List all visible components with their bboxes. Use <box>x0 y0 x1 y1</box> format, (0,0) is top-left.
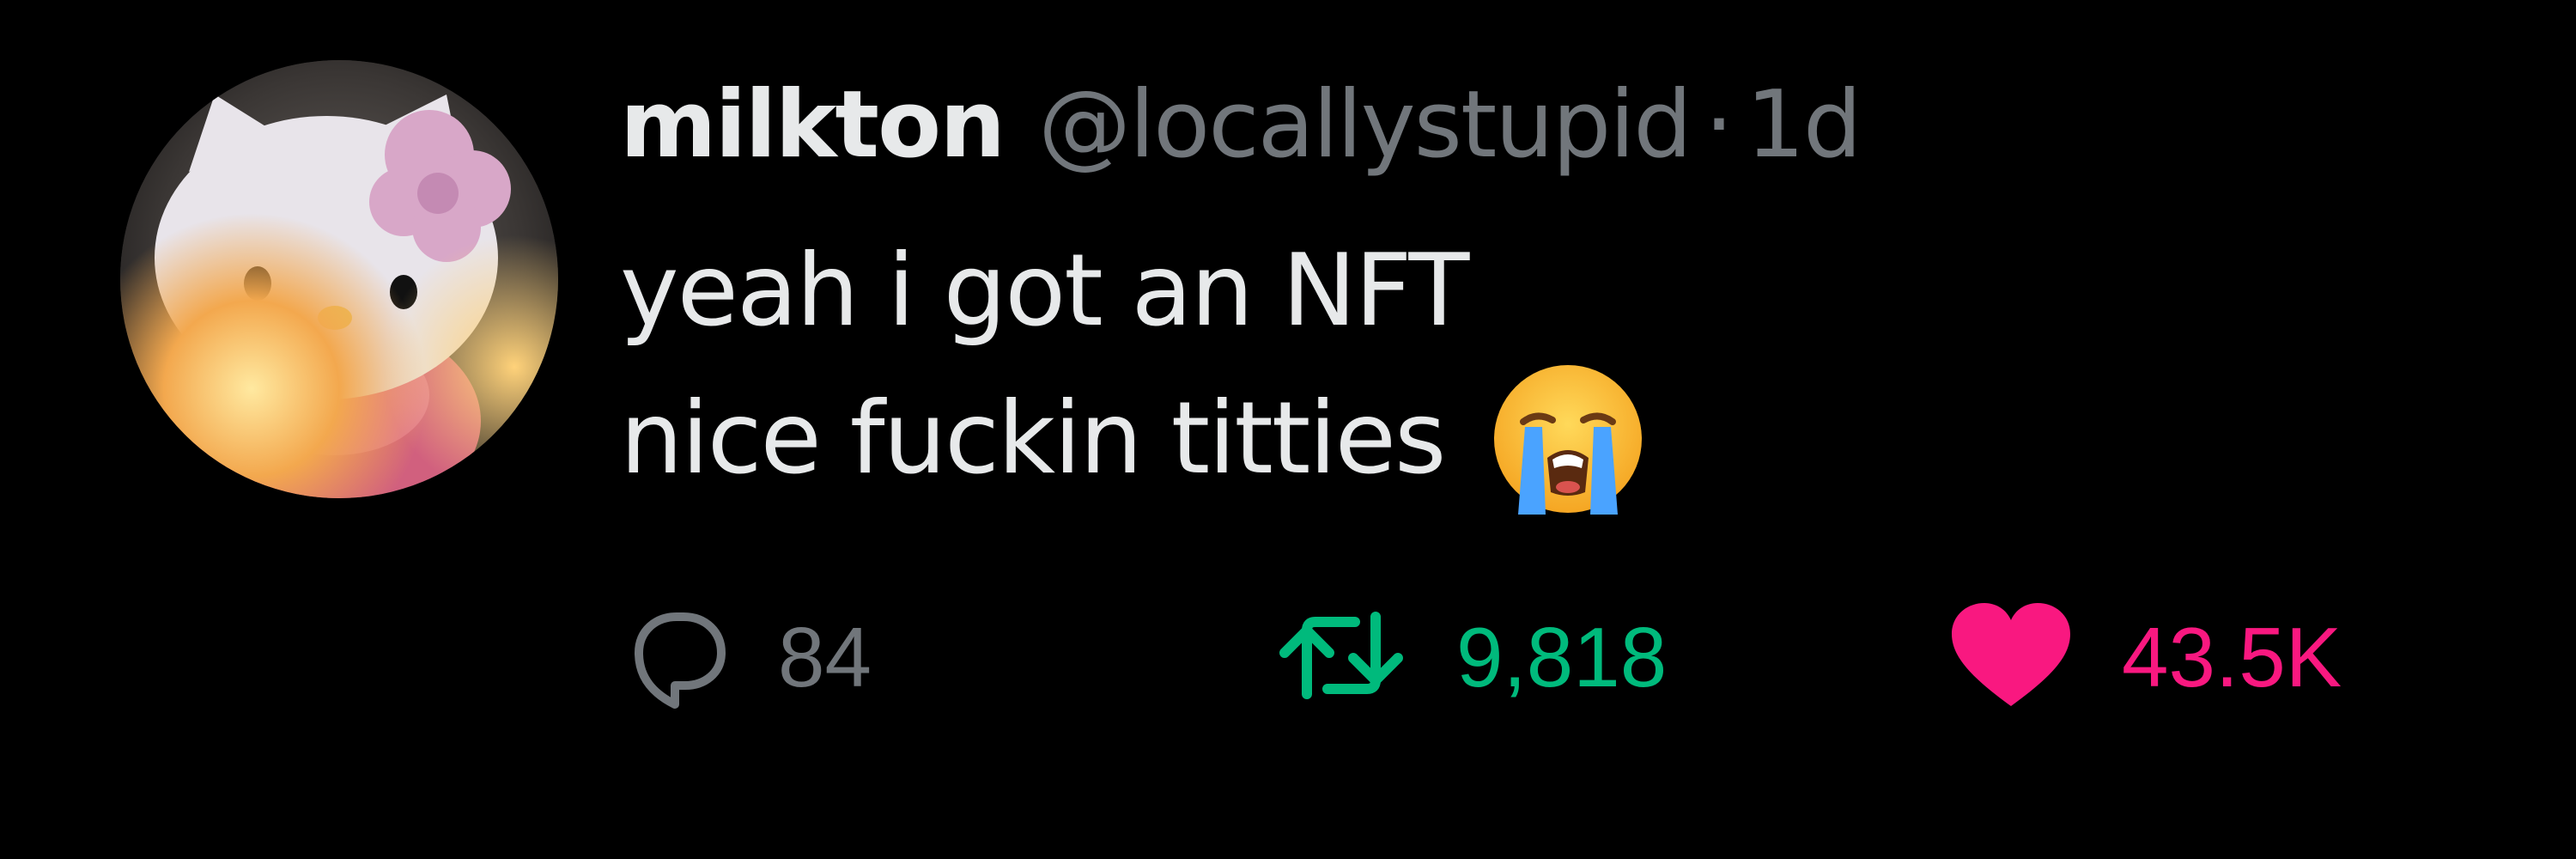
retweet-button[interactable]: 9,818 <box>1273 593 1667 722</box>
tweet-actions: 84 9,818 43.5K <box>620 593 2423 722</box>
loudly-crying-face-icon <box>1492 363 1643 515</box>
user-handle[interactable]: @locallystupid <box>1038 71 1692 179</box>
avatar[interactable] <box>120 60 558 498</box>
tweet[interactable]: milkton @locallystupid · 1d yeah i got a… <box>0 0 2576 859</box>
reply-button[interactable]: 84 <box>620 593 872 722</box>
reply-bubble-icon <box>620 600 732 715</box>
timestamp[interactable]: 1d <box>1746 71 1862 179</box>
tweet-text: yeah i got an NFT nice fuckin titties <box>620 219 1643 515</box>
like-button[interactable]: 43.5K <box>1947 593 2342 722</box>
heart-icon <box>1947 600 2075 715</box>
tweet-text-line-2: nice fuckin titties <box>620 381 1446 497</box>
tweet-header: milkton @locallystupid · 1d <box>620 69 1862 180</box>
display-name[interactable]: milkton <box>620 71 1005 179</box>
like-count: 43.5K <box>2122 609 2342 704</box>
avatar-image <box>120 60 558 498</box>
retweet-count: 9,818 <box>1456 609 1668 704</box>
tweet-text-line-1: yeah i got an NFT <box>620 233 1469 349</box>
tweet-text-line-2-container: nice fuckin titties <box>620 363 1643 515</box>
separator-dot: · <box>1704 70 1734 179</box>
retweet-icon <box>1273 600 1410 715</box>
reply-count: 84 <box>778 609 872 704</box>
